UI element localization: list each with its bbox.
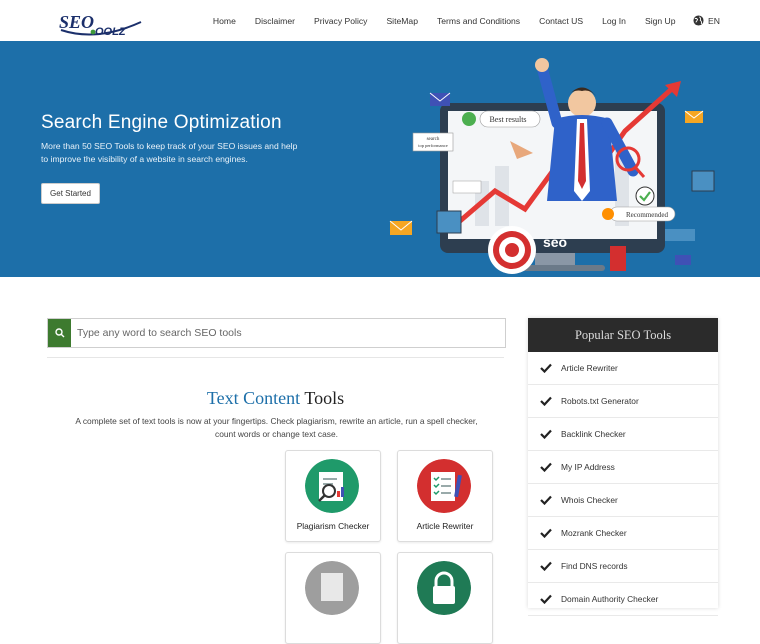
- top-navbar: SEO OOLZ Home Disclaimer Privacy Policy …: [0, 0, 760, 42]
- check-icon: [540, 462, 552, 472]
- recommended-label: Recommended: [626, 211, 668, 219]
- search-icon: [54, 328, 64, 338]
- check-icon: [540, 495, 552, 505]
- sidebar-item-my-ip-address[interactable]: My IP Address: [528, 451, 718, 484]
- nav-terms[interactable]: Terms and Conditions: [427, 16, 529, 26]
- search-button[interactable]: [48, 319, 71, 347]
- svg-text:OOLZ: OOLZ: [95, 26, 127, 38]
- tool-search-bar: [47, 318, 506, 348]
- check-icon: [540, 561, 552, 571]
- sidebar-item-article-rewriter[interactable]: Article Rewriter: [528, 352, 718, 385]
- sidebar-title: Popular SEO Tools: [528, 318, 718, 352]
- section-title-rest: Tools: [304, 388, 345, 408]
- sidebar-item-whois-checker[interactable]: Whois Checker: [528, 484, 718, 517]
- sidebar-item-label: Mozrank Checker: [561, 528, 627, 538]
- sidebar-item-label: Backlink Checker: [561, 429, 626, 439]
- sidebar-item-label: Robots.txt Generator: [561, 396, 639, 406]
- sidebar-item-robots-txt-generator[interactable]: Robots.txt Generator: [528, 385, 718, 418]
- tool-card-document[interactable]: [285, 552, 381, 644]
- sidebar-item-label: Whois Checker: [561, 495, 618, 505]
- search-mini-label: search: [427, 137, 440, 142]
- sidebar-item-backlink-checker[interactable]: Backlink Checker: [528, 418, 718, 451]
- hero-banner: Search Engine Optimization More than 50 …: [0, 41, 760, 277]
- nav-contact[interactable]: Contact US: [530, 16, 593, 26]
- sidebar-item-label: Article Rewriter: [561, 363, 618, 373]
- sidebar-item-find-dns-records[interactable]: Find DNS records: [528, 550, 718, 583]
- site-logo[interactable]: SEO OOLZ: [57, 8, 143, 38]
- section-title: Text Content Tools: [47, 388, 504, 409]
- check-icon: [540, 396, 552, 406]
- popular-tools-sidebar: Popular SEO Tools Article Rewriter Robot…: [528, 318, 718, 616]
- tool-card-article-rewriter[interactable]: Article Rewriter: [397, 450, 493, 542]
- sidebar-item-mozrank-checker[interactable]: Mozrank Checker: [528, 517, 718, 550]
- sidebar-item-label: Find DNS records: [561, 561, 628, 571]
- nav-signup[interactable]: Sign Up: [635, 16, 685, 26]
- section-description: A complete set of text tools is now at y…: [75, 416, 478, 439]
- seo-illustration: seo Best results Recommended search top …: [389, 58, 715, 274]
- check-icon: [540, 594, 552, 604]
- language-selector[interactable]: EN: [685, 15, 720, 26]
- nav-privacy-policy[interactable]: Privacy Policy: [304, 16, 376, 26]
- tool-card-lock[interactable]: [397, 552, 493, 644]
- check-icon: [540, 528, 552, 538]
- article-rewriter-icon: [417, 459, 471, 513]
- language-label: EN: [708, 15, 720, 26]
- nav-disclaimer[interactable]: Disclaimer: [245, 16, 304, 26]
- sidebar-item-label: Domain Authority Checker: [561, 594, 659, 604]
- sidebar-item-label: My IP Address: [561, 462, 615, 472]
- card-label: Plagiarism Checker: [296, 521, 370, 531]
- tool-card-plagiarism-checker[interactable]: Plagiarism Checker: [285, 450, 381, 542]
- hero-description: More than 50 SEO Tools to keep track of …: [41, 141, 298, 164]
- plagiarism-icon: [305, 459, 359, 513]
- section-divider: [47, 357, 504, 358]
- nav-sitemap[interactable]: SiteMap: [377, 16, 428, 26]
- get-started-button[interactable]: Get Started: [41, 183, 100, 204]
- globe-icon: [693, 15, 704, 26]
- nav-home[interactable]: Home: [203, 16, 245, 26]
- check-icon: [540, 363, 552, 373]
- check-icon: [540, 429, 552, 439]
- main-menu: Home Disclaimer Privacy Policy SiteMap T…: [203, 0, 720, 41]
- top-performance-label: top performance: [418, 143, 448, 148]
- seo-monitor-text: seo: [543, 234, 567, 250]
- card-label: Article Rewriter: [416, 521, 474, 531]
- nav-login[interactable]: Log In: [593, 16, 636, 26]
- best-results-label: Best results: [489, 115, 526, 124]
- svg-text:SEO: SEO: [59, 12, 94, 32]
- lock-icon: [417, 561, 471, 615]
- document-icon: [305, 561, 359, 615]
- search-input[interactable]: [77, 319, 497, 347]
- section-title-highlight: Text Content: [206, 388, 301, 408]
- hero-title: Search Engine Optimization: [41, 112, 282, 133]
